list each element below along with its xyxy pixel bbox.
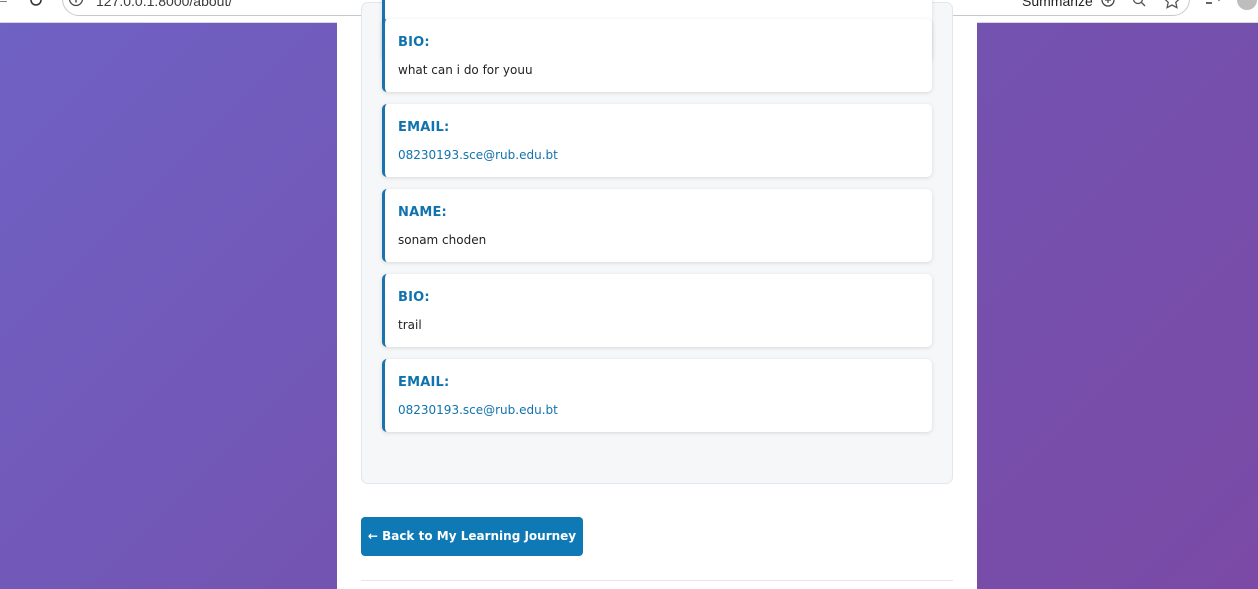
url-text[interactable]: 127.0.0.1:8000/about/ xyxy=(96,0,232,9)
profile-avatar[interactable] xyxy=(1237,0,1257,10)
entry-label: EMAIL: xyxy=(398,120,450,135)
entry-card-name: NAME: sonam choden xyxy=(382,189,932,262)
entry-value: what can i do for youu xyxy=(398,63,533,77)
entry-card-email: EMAIL: 08230193.sce@rub.edu.bt xyxy=(382,359,932,432)
star-icon[interactable] xyxy=(1162,0,1182,11)
entry-card-email: EMAIL: 08230193.sce@rub.edu.bt xyxy=(382,104,932,177)
tab-search-icon[interactable] xyxy=(1205,0,1223,8)
email-link[interactable]: 08230193.sce@rub.edu.bt xyxy=(398,403,558,417)
entry-value: trail xyxy=(398,318,422,332)
entry-label: EMAIL: xyxy=(398,375,450,390)
site-info-icon[interactable] xyxy=(68,0,84,7)
entry-card-bio: BIO: what can i do for youu xyxy=(382,19,932,92)
zoom-icon[interactable] xyxy=(1131,0,1147,8)
summarize-button[interactable]: Summarize xyxy=(1022,0,1093,9)
back-icon[interactable]: ← xyxy=(0,0,10,8)
entry-label: BIO: xyxy=(398,290,430,305)
divider xyxy=(361,580,953,581)
entry-card-bio: BIO: trail xyxy=(382,274,932,347)
reload-icon[interactable] xyxy=(27,0,45,9)
entry-label: BIO: xyxy=(398,35,430,50)
entry-value: sonam choden xyxy=(398,233,487,247)
page-card: BIO: what can i do for youu EMAIL: 08230… xyxy=(337,0,977,589)
email-link[interactable]: 08230193.sce@rub.edu.bt xyxy=(398,148,558,162)
back-to-learning-journey-button[interactable]: ← Back to My Learning Journey xyxy=(361,517,583,556)
entry-label: NAME: xyxy=(398,205,447,220)
entries-container: BIO: what can i do for youu EMAIL: 08230… xyxy=(361,0,953,484)
summarize-icon[interactable] xyxy=(1100,0,1116,8)
